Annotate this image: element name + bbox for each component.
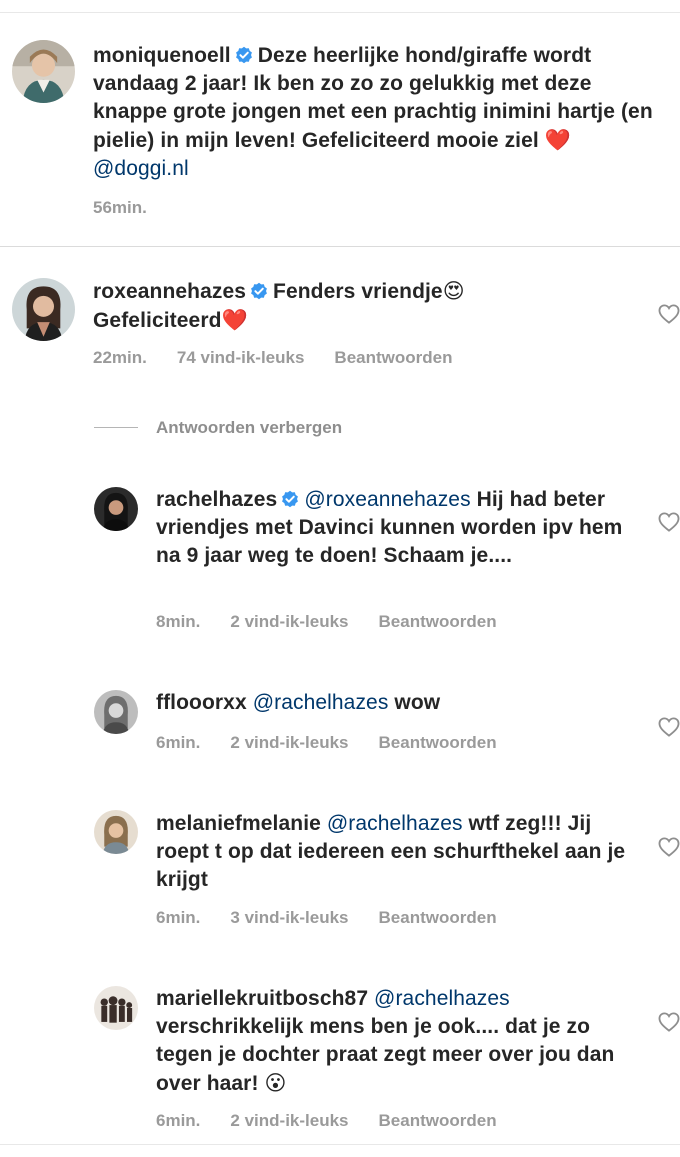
comment-time: 22min. [93, 348, 147, 367]
reply-username[interactable]: fflooorxx [156, 691, 247, 714]
comment-body-2: Gefeliciteerd [93, 309, 222, 332]
verified-badge-icon [250, 282, 268, 300]
reply-body: verschrikkelijk mens ben je ook.... dat … [156, 1015, 615, 1095]
reply-likes[interactable]: 3 vind-ik-leuks [230, 908, 348, 927]
hide-replies-dash [94, 427, 138, 428]
reply-text: fflooorxx @rachelhazes wow [156, 689, 636, 717]
heart-outline-icon[interactable] [658, 717, 680, 737]
reply-body: wow [394, 691, 441, 714]
reply-button[interactable]: Beantwoorden [379, 1111, 497, 1130]
reply-mention[interactable]: @rachelhazes [327, 812, 463, 835]
heart-emoji: ❤️ [221, 308, 248, 332]
heart-emoji: ❤️ [544, 128, 572, 152]
caption-meta: 56min. [93, 198, 177, 218]
comment-meta: 22min. 74 vind-ik-leuks Beantwoorden [93, 348, 482, 368]
avatar-fflooorxx[interactable] [94, 690, 138, 734]
avatar-melaniefmelanie[interactable] [94, 810, 138, 854]
reply-button[interactable]: Beantwoorden [379, 908, 497, 927]
caption-username[interactable]: moniquenoell [93, 44, 231, 67]
comment-body: Fenders vriendje [273, 280, 443, 303]
heart-outline-icon[interactable] [658, 837, 680, 857]
heart-outline-icon[interactable] [658, 304, 680, 324]
surprised-emoji: 😮 [264, 1071, 287, 1095]
reply-text: rachelhazes @roxeannehazes Hij had beter … [156, 486, 636, 570]
top-divider [0, 12, 680, 13]
reply-button[interactable]: Beantwoorden [379, 733, 497, 752]
reply-time: 8min. [156, 612, 201, 631]
bottom-divider [0, 1144, 680, 1145]
reply-username[interactable]: mariellekruitbosch87 [156, 987, 368, 1010]
caption-time: 56min. [93, 198, 147, 217]
reply-time: 6min. [156, 1111, 201, 1130]
reply-meta: 6min. 2 vind-ik-leuks Beantwoorden [156, 1111, 527, 1131]
reply-likes[interactable]: 2 vind-ik-leuks [230, 1111, 348, 1130]
verified-badge-icon [235, 46, 253, 64]
avatar-roxeannehazes[interactable] [12, 278, 75, 341]
reply-username[interactable]: melaniefmelanie [156, 812, 321, 835]
reply-mention[interactable]: @rachelhazes [253, 691, 389, 714]
reply-likes[interactable]: 2 vind-ik-leuks [230, 733, 348, 752]
hide-replies-label[interactable]: Antwoorden verbergen [156, 416, 342, 440]
reply-meta: 8min. 2 vind-ik-leuks Beantwoorden [156, 612, 527, 632]
avatar-mariellekruitbosch87[interactable] [94, 986, 138, 1030]
reply-likes[interactable]: 2 vind-ik-leuks [230, 612, 348, 631]
reply-meta: 6min. 2 vind-ik-leuks Beantwoorden [156, 733, 527, 753]
reply-text: melaniefmelanie @rachelhazes wtf zeg!!! … [156, 810, 636, 894]
comment-username[interactable]: roxeannehazes [93, 280, 246, 303]
comment-text: roxeannehazes Fenders vriendje😍 Gefelicite… [93, 277, 643, 335]
heart-eyes-emoji: 😍 [442, 279, 465, 303]
reply-button[interactable]: Beantwoorden [334, 348, 452, 367]
verified-badge-icon [281, 490, 299, 508]
avatar-rachelhazes[interactable] [94, 487, 138, 531]
caption-divider [0, 246, 680, 247]
avatar-moniquenoell[interactable] [12, 40, 75, 103]
reply-button[interactable]: Beantwoorden [379, 612, 497, 631]
reply-mention[interactable]: @roxeannehazes [304, 488, 470, 511]
reply-username[interactable]: rachelhazes [156, 488, 277, 511]
heart-outline-icon[interactable] [658, 512, 680, 532]
caption-mention[interactable]: @doggi.nl [93, 157, 189, 180]
heart-outline-icon[interactable] [658, 1012, 680, 1032]
reply-time: 6min. [156, 908, 201, 927]
comment-likes[interactable]: 74 vind-ik-leuks [177, 348, 305, 367]
reply-meta: 6min. 3 vind-ik-leuks Beantwoorden [156, 908, 527, 928]
reply-time: 6min. [156, 733, 201, 752]
caption-text: moniquenoell Deze heerlijke hond/giraffe … [93, 42, 668, 183]
reply-text: mariellekruitbosch87 @rachelhazes versch… [156, 985, 636, 1098]
reply-mention[interactable]: @rachelhazes [374, 987, 510, 1010]
